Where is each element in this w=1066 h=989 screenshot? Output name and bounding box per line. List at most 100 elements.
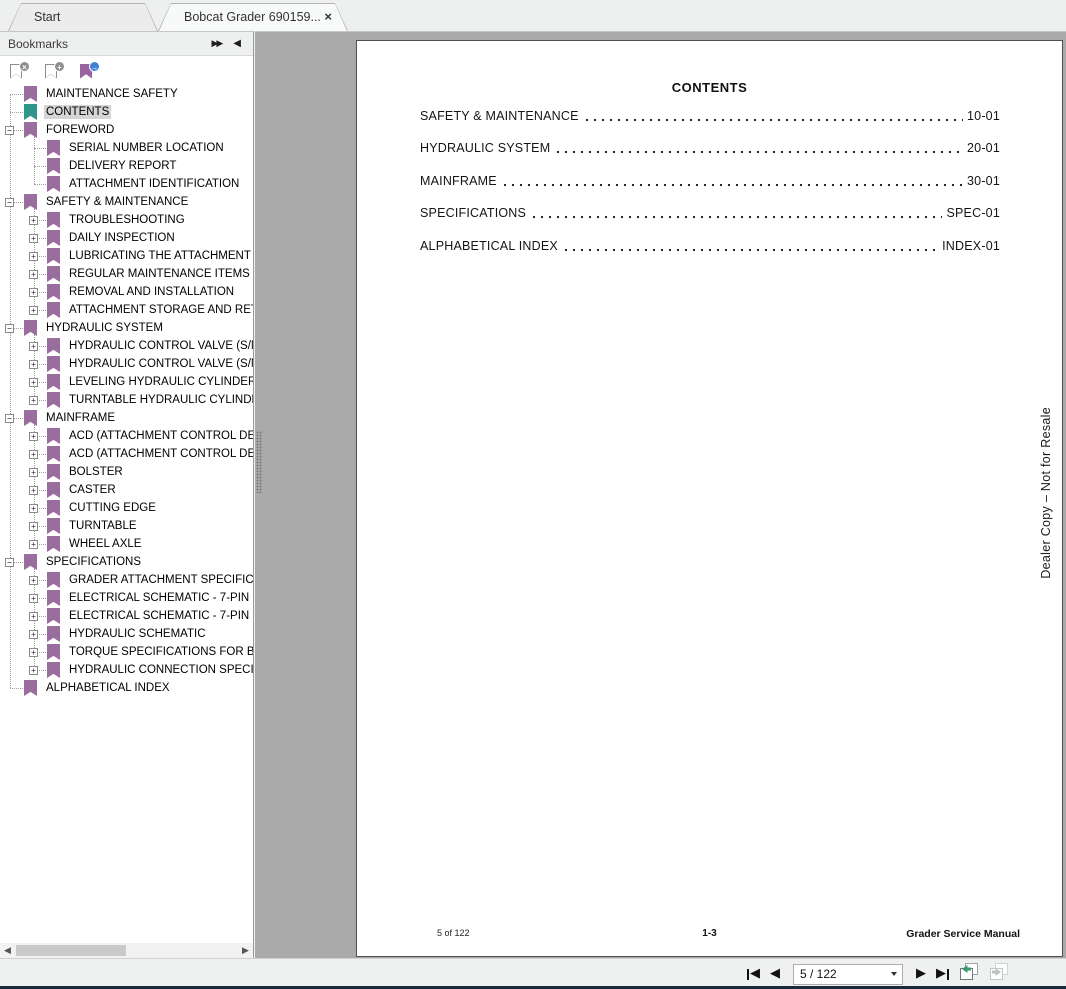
bookmark-item[interactable]: + REMOVAL AND INSTALLATION	[0, 283, 253, 301]
bookmark-item[interactable]: + HYDRAULIC SCHEMATIC	[0, 625, 253, 643]
expand-toggle-icon[interactable]: +	[29, 251, 38, 261]
bookmark-label[interactable]: HYDRAULIC CONTROL VALVE (S/N	[67, 357, 253, 371]
bookmark-item[interactable]: + ELECTRICAL SCHEMATIC - 7-PIN C	[0, 607, 253, 625]
bookmark-label[interactable]: MAINFRAME	[44, 411, 117, 425]
expand-toggle-icon[interactable]: +	[29, 359, 38, 369]
panel-horizontal-scrollbar[interactable]: ◀ ▶	[0, 943, 253, 958]
expand-toggle-icon[interactable]: +	[29, 215, 38, 225]
bookmark-item[interactable]: ALPHABETICAL INDEX	[0, 679, 253, 697]
bookmark-item[interactable]: + GRADER ATTACHMENT SPECIFICA	[0, 571, 253, 589]
expand-toggle-icon[interactable]: +	[29, 593, 38, 603]
expand-toggle-icon[interactable]: +	[29, 467, 38, 477]
expand-toggle-icon[interactable]: +	[29, 305, 38, 315]
bookmark-item[interactable]: − SAFETY & MAINTENANCE	[0, 193, 253, 211]
bookmark-label[interactable]: TROUBLESHOOTING	[67, 213, 187, 227]
panel-options-icon[interactable]: ▶▶	[211, 38, 223, 49]
bookmark-label[interactable]: HYDRAULIC SYSTEM	[44, 321, 165, 335]
expand-toggle-icon[interactable]: +	[29, 287, 38, 297]
expand-toggle-icon[interactable]: +	[29, 269, 38, 279]
page-number-value[interactable]: 5 / 122	[794, 967, 891, 981]
tab-document[interactable]: Bobcat Grader 690159... ×	[158, 3, 348, 31]
collapse-toggle-icon[interactable]: −	[5, 557, 14, 567]
bookmark-item[interactable]: + DAILY INSPECTION	[0, 229, 253, 247]
bookmark-item[interactable]: − MAINFRAME	[0, 409, 253, 427]
bookmark-item[interactable]: + LUBRICATING THE ATTACHMENT	[0, 247, 253, 265]
toc-entry[interactable]: SAFETY & MAINTENANCE 10-01	[420, 109, 1000, 124]
bookmark-label[interactable]: ACD (ATTACHMENT CONTROL DE	[67, 429, 253, 443]
bookmark-item[interactable]: + CUTTING EDGE	[0, 499, 253, 517]
expand-toggle-icon[interactable]: +	[29, 233, 38, 243]
bookmark-label[interactable]: DELIVERY REPORT	[67, 159, 178, 173]
bookmark-item[interactable]: DELIVERY REPORT	[0, 157, 253, 175]
expand-toggle-icon[interactable]: +	[29, 485, 38, 495]
bookmark-label[interactable]: DAILY INSPECTION	[67, 231, 177, 245]
bookmark-label[interactable]: ELECTRICAL SCHEMATIC - 7-PIN C	[67, 591, 253, 605]
add-bookmark-icon[interactable]: +	[45, 60, 65, 81]
goto-bookmark-icon[interactable]: →	[80, 60, 100, 81]
expand-toggle-icon[interactable]: +	[29, 647, 38, 657]
bookmark-item[interactable]: + TORQUE SPECIFICATIONS FOR BC	[0, 643, 253, 661]
bookmark-item[interactable]: SERIAL NUMBER LOCATION	[0, 139, 253, 157]
scroll-right-icon[interactable]: ▶	[238, 943, 253, 958]
last-page-button[interactable]: ▶	[936, 966, 949, 982]
expand-toggle-icon[interactable]: +	[29, 395, 38, 405]
bookmark-item[interactable]: + ACD (ATTACHMENT CONTROL DE	[0, 445, 253, 463]
bookmark-item[interactable]: CONTENTS	[0, 103, 253, 121]
expand-toggle-icon[interactable]: +	[29, 431, 38, 441]
expand-toggle-icon[interactable]: +	[29, 629, 38, 639]
bookmark-label[interactable]: TORQUE SPECIFICATIONS FOR BC	[67, 645, 253, 659]
collapse-toggle-icon[interactable]: −	[5, 413, 14, 423]
bookmark-label[interactable]: ELECTRICAL SCHEMATIC - 7-PIN C	[67, 609, 253, 623]
bookmark-item[interactable]: + BOLSTER	[0, 463, 253, 481]
bookmark-item[interactable]: − FOREWORD	[0, 121, 253, 139]
toc-entry-label[interactable]: HYDRAULIC SYSTEM	[420, 141, 550, 156]
next-view-button[interactable]	[988, 962, 1010, 986]
bookmark-label[interactable]: GRADER ATTACHMENT SPECIFICA	[67, 573, 253, 587]
bookmark-item[interactable]: + TURNTABLE HYDRAULIC CYLINDE	[0, 391, 253, 409]
expand-toggle-icon[interactable]: +	[29, 503, 38, 513]
bookmark-label[interactable]: HYDRAULIC CONNECTION SPECIFI	[67, 663, 253, 677]
bookmark-item[interactable]: − SPECIFICATIONS	[0, 553, 253, 571]
toc-entry-label[interactable]: ALPHABETICAL INDEX	[420, 239, 558, 254]
bookmark-item[interactable]: + HYDRAULIC CONTROL VALVE (S/N	[0, 337, 253, 355]
next-page-button[interactable]: ▶	[916, 966, 926, 982]
expand-toggle-icon[interactable]: +	[29, 341, 38, 351]
toc-entry-page[interactable]: 30-01	[967, 174, 1000, 189]
toc-entry[interactable]: MAINFRAME 30-01	[420, 174, 1000, 189]
bookmark-label[interactable]: MAINTENANCE SAFETY	[44, 87, 180, 101]
bookmark-label[interactable]: CASTER	[67, 483, 118, 497]
bookmark-item[interactable]: + TROUBLESHOOTING	[0, 211, 253, 229]
toc-entry-page[interactable]: 20-01	[967, 141, 1000, 156]
bookmark-label[interactable]: TURNTABLE HYDRAULIC CYLINDE	[67, 393, 253, 407]
bookmark-item[interactable]: ATTACHMENT IDENTIFICATION	[0, 175, 253, 193]
toc-entry[interactable]: ALPHABETICAL INDEX INDEX-01	[420, 239, 1000, 254]
bookmark-label[interactable]: SPECIFICATIONS	[44, 555, 143, 569]
collapse-toggle-icon[interactable]: −	[5, 323, 14, 333]
bookmark-label[interactable]: LEVELING HYDRAULIC CYLINDER	[67, 375, 253, 389]
bookmark-label[interactable]: REMOVAL AND INSTALLATION	[67, 285, 236, 299]
expand-toggle-icon[interactable]: +	[29, 449, 38, 459]
bookmark-item[interactable]: + ATTACHMENT STORAGE AND RET	[0, 301, 253, 319]
bookmark-item[interactable]: + ACD (ATTACHMENT CONTROL DE	[0, 427, 253, 445]
toc-entry-label[interactable]: SAFETY & MAINTENANCE	[420, 109, 579, 124]
expand-toggle-icon[interactable]: +	[29, 611, 38, 621]
first-page-button[interactable]: ◀	[747, 966, 760, 982]
bookmark-label[interactable]: BOLSTER	[67, 465, 125, 479]
toc-entry-label[interactable]: SPECIFICATIONS	[420, 206, 526, 221]
bookmark-label[interactable]: ALPHABETICAL INDEX	[44, 681, 172, 695]
bookmark-label[interactable]: CONTENTS	[44, 105, 112, 119]
bookmark-label[interactable]: WHEEL AXLE	[67, 537, 143, 551]
toc-entry-label[interactable]: MAINFRAME	[420, 174, 497, 189]
close-tab-icon[interactable]: ×	[324, 10, 332, 24]
bookmark-item[interactable]: + HYDRAULIC CONTROL VALVE (S/N	[0, 355, 253, 373]
page-number-input[interactable]: 5 / 122	[793, 963, 903, 985]
bookmark-label[interactable]: ATTACHMENT IDENTIFICATION	[67, 177, 241, 191]
bookmark-label[interactable]: SERIAL NUMBER LOCATION	[67, 141, 226, 155]
bookmark-item[interactable]: + CASTER	[0, 481, 253, 499]
bookmark-label[interactable]: ACD (ATTACHMENT CONTROL DE	[67, 447, 253, 461]
bookmark-item[interactable]: MAINTENANCE SAFETY	[0, 85, 253, 103]
bookmark-item[interactable]: + WHEEL AXLE	[0, 535, 253, 553]
bookmark-label[interactable]: TURNTABLE	[67, 519, 139, 533]
bookmark-label[interactable]: FOREWORD	[44, 123, 116, 137]
expand-toggle-icon[interactable]: +	[29, 575, 38, 585]
